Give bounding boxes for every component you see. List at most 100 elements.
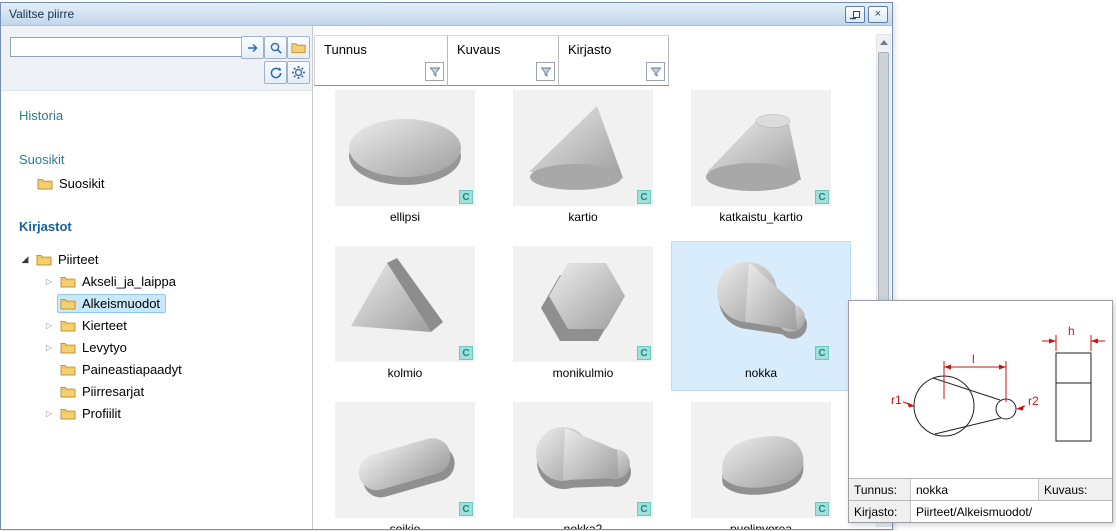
dimension-drawing: l r1 r2 h bbox=[849, 301, 1112, 478]
hexagon-shape-thumb bbox=[513, 246, 653, 362]
feature-thumbnail: C bbox=[691, 90, 831, 206]
feature-tile-nokka[interactable]: C nokka bbox=[672, 242, 850, 390]
browse-folder-button[interactable] bbox=[287, 36, 310, 59]
search-icon bbox=[269, 41, 283, 55]
column-header-kuvaus[interactable]: Kuvaus bbox=[448, 36, 559, 86]
feature-tile-puolipyorea[interactable]: C puolipyorea bbox=[672, 398, 850, 529]
feature-tile-label: soikio bbox=[316, 522, 494, 529]
component-badge: C bbox=[459, 346, 473, 360]
tree-item-label: Piirteet bbox=[58, 252, 98, 267]
expander-icon[interactable]: ◢ bbox=[17, 254, 33, 265]
refresh-button[interactable] bbox=[264, 61, 287, 84]
feature-thumbnail: C bbox=[513, 90, 653, 206]
filter-button-kuvaus[interactable] bbox=[536, 62, 555, 81]
component-badge: C bbox=[637, 346, 651, 360]
close-icon: × bbox=[875, 9, 881, 20]
arrow-go-icon bbox=[246, 41, 260, 55]
expander-icon[interactable]: ▷ bbox=[41, 277, 57, 286]
tree-item-levytyo[interactable]: ▷ Levytyo bbox=[1, 336, 312, 358]
wedge-shape-thumb bbox=[335, 246, 475, 362]
tunnus-label: Tunnus: bbox=[849, 479, 911, 501]
feature-tile-label: ellipsi bbox=[316, 210, 494, 224]
sidebar: Historia Suosikit Suosikit Kirjastot ◢ P… bbox=[1, 26, 313, 529]
feature-thumbnail: C bbox=[691, 246, 831, 362]
filter-button-tunnus[interactable] bbox=[425, 62, 444, 81]
folder-icon bbox=[60, 275, 76, 288]
column-header-label: Kirjasto bbox=[559, 36, 668, 57]
component-badge: C bbox=[459, 502, 473, 516]
ellipse-shape-thumb bbox=[335, 90, 475, 206]
dock-toggle-icon bbox=[849, 10, 861, 20]
component-badge: C bbox=[815, 190, 829, 204]
titlebar[interactable]: Valitse piirre × bbox=[1, 3, 892, 26]
feature-tile-kolmio[interactable]: C kolmio bbox=[316, 242, 494, 390]
tree-item-piirteet[interactable]: ◢ Piirteet bbox=[1, 248, 312, 270]
folder-icon bbox=[60, 341, 76, 354]
tree-item-profiilit[interactable]: ▷ Profiilit bbox=[1, 402, 312, 424]
tree-item-piirresarjat[interactable]: Piirresarjat bbox=[1, 380, 312, 402]
kirjasto-label: Kirjasto: bbox=[849, 501, 911, 523]
tree-item-kierteet[interactable]: ▷ Kierteet bbox=[1, 314, 312, 336]
tree-item-label: Piirresarjat bbox=[82, 384, 144, 399]
favorites-folder-label: Suosikit bbox=[59, 176, 105, 191]
close-button[interactable]: × bbox=[868, 6, 888, 23]
feature-grid-panel: Tunnus Kuvaus Kirjasto bbox=[313, 26, 876, 529]
feature-tile-katkaistu_kartio[interactable]: C katkaistu_kartio bbox=[672, 86, 850, 234]
feature-tile-ellipsi[interactable]: C ellipsi bbox=[316, 86, 494, 234]
favorites-folder-item[interactable]: Suosikit bbox=[37, 176, 105, 191]
feature-thumbnail: C bbox=[513, 402, 653, 518]
column-header-label: Tunnus bbox=[315, 36, 447, 57]
cam2-shape-thumb bbox=[513, 402, 653, 518]
search-go-button[interactable] bbox=[241, 36, 264, 59]
feature-preview-popup: l r1 r2 h Tunnus: nokka Kuvaus: Kirjasto… bbox=[848, 300, 1113, 523]
component-badge: C bbox=[815, 346, 829, 360]
feature-tile-label: katkaistu_kartio bbox=[672, 210, 850, 224]
filter-funnel-icon bbox=[540, 66, 552, 78]
tree-item-paineastiapaadyt[interactable]: Paineastiapaadyt bbox=[1, 358, 312, 380]
expander-icon[interactable]: ▷ bbox=[41, 321, 57, 330]
component-badge: C bbox=[815, 502, 829, 516]
sidebar-item-history[interactable]: Historia bbox=[19, 108, 63, 123]
feature-tile-nokka2[interactable]: C nokka2 bbox=[494, 398, 672, 529]
feature-thumbnail: C bbox=[513, 246, 653, 362]
component-badge: C bbox=[637, 190, 651, 204]
column-header-kirjasto[interactable]: Kirjasto bbox=[559, 36, 669, 86]
component-badge: C bbox=[637, 502, 651, 516]
preview-info-row: Tunnus: nokka Kuvaus: bbox=[849, 478, 1112, 501]
rounded-blob-shape-thumb bbox=[691, 402, 831, 518]
tree-item-akseli_ja_laippa[interactable]: ▷ Akseli_ja_laippa bbox=[1, 270, 312, 292]
frustum-shape-thumb bbox=[691, 90, 831, 206]
cone-shape-thumb bbox=[513, 90, 653, 206]
scroll-up-button[interactable] bbox=[877, 35, 890, 50]
tree-item-label: Paineastiapaadyt bbox=[82, 362, 182, 377]
kuvaus-label: Kuvaus: bbox=[1039, 479, 1112, 501]
expander-icon[interactable]: ▷ bbox=[41, 409, 57, 418]
feature-tile-soikio[interactable]: C soikio bbox=[316, 398, 494, 529]
tree-item-label: Levytyo bbox=[82, 340, 127, 355]
sidebar-heading-libraries[interactable]: Kirjastot bbox=[19, 219, 72, 234]
folder-icon bbox=[37, 177, 53, 190]
settings-button[interactable] bbox=[287, 61, 310, 84]
search-find-button[interactable] bbox=[264, 36, 287, 59]
tree-item-alkeismuodot[interactable]: Alkeismuodot bbox=[1, 292, 312, 314]
dim-label-r1: r1 bbox=[891, 393, 902, 407]
filter-button-kirjasto[interactable] bbox=[646, 62, 665, 81]
feature-tile-grid: C ellipsi C kartio C katkaistu_kartio C … bbox=[316, 86, 850, 529]
dim-label-l: l bbox=[972, 352, 975, 366]
folder-icon bbox=[60, 319, 76, 332]
sidebar-heading-favorites[interactable]: Suosikit bbox=[19, 152, 65, 167]
column-header-label: Kuvaus bbox=[448, 36, 558, 57]
cam-shape-thumb bbox=[691, 246, 831, 362]
gear-icon bbox=[291, 65, 306, 80]
column-header-tunnus[interactable]: Tunnus bbox=[314, 36, 448, 86]
feature-tile-label: monikulmio bbox=[494, 366, 672, 380]
feature-thumbnail: C bbox=[335, 90, 475, 206]
tree-item-label: Profiilit bbox=[82, 406, 121, 421]
search-input[interactable] bbox=[10, 37, 242, 57]
dock-toggle-button[interactable] bbox=[845, 6, 865, 23]
window-title: Valitse piirre bbox=[9, 7, 74, 21]
feature-tile-monikulmio[interactable]: C monikulmio bbox=[494, 242, 672, 390]
feature-tile-kartio[interactable]: C kartio bbox=[494, 86, 672, 234]
expander-icon[interactable]: ▷ bbox=[41, 343, 57, 352]
grid-header: Tunnus Kuvaus Kirjasto bbox=[314, 35, 669, 86]
